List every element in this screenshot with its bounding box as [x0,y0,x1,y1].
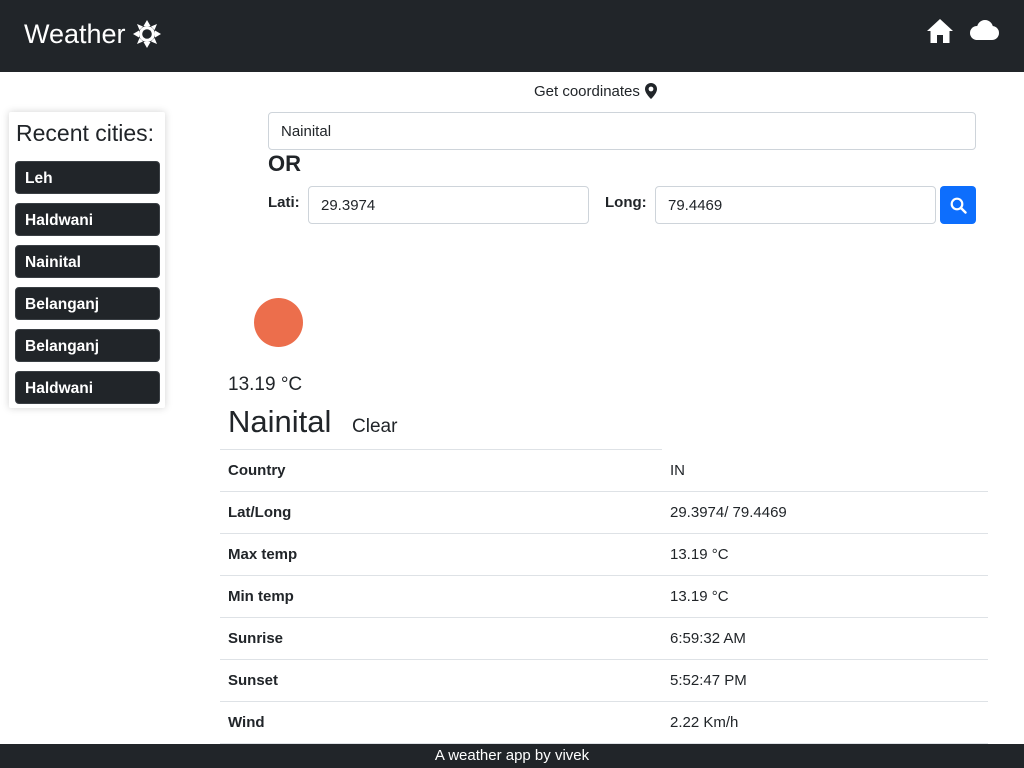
recent-city-button[interactable]: Haldwani [15,371,160,404]
detail-value: 13.19 °C [662,575,988,618]
longitude-label: Long: [605,194,647,211]
brand[interactable]: Weather [24,16,162,52]
latitude-label: Lati: [268,194,300,211]
brand-title: Weather [24,18,126,49]
table-row: Sunset 5:52:47 PM [220,659,988,702]
table-row: Max temp 13.19 °C [220,533,988,576]
detail-value: IN [662,449,988,492]
recent-city-button[interactable]: Belanganj [15,287,160,320]
get-coordinates-link[interactable]: Get coordinates [534,80,657,102]
detail-key: Sunset [220,659,662,702]
footer: A weather app by vivek [0,744,1024,768]
home-icon[interactable] [926,18,954,44]
detail-value: 29.3974/ 79.4469 [662,491,988,534]
search-icon [950,197,967,214]
detail-key: Min temp [220,575,662,618]
city-search-input[interactable] [268,112,976,150]
map-pin-icon [644,83,657,99]
recent-cities-title: Recent cities: [16,120,155,146]
detail-key: Sunrise [220,617,662,660]
longitude-input[interactable] [655,186,936,224]
table-row: Min temp 13.19 °C [220,575,988,618]
recent-city-button[interactable]: Leh [15,161,160,194]
detail-key: Country [220,449,662,492]
get-coordinates-label: Get coordinates [534,82,640,100]
table-row: Sunrise 6:59:32 AM [220,617,988,660]
detail-value: 5:52:47 PM [662,659,988,702]
footer-text: A weather app by vivek [434,747,590,764]
recent-city-button[interactable]: Nainital [15,245,160,278]
city-name-heading: Nainital [228,404,332,439]
weather-condition-icon [254,298,303,347]
search-button[interactable] [940,186,976,224]
detail-value: 6:59:32 AM [662,617,988,660]
table-row: Country IN [220,449,988,492]
or-divider-text: OR [268,151,301,176]
recent-cities-panel: Recent cities: Leh Haldwani Nainital Bel… [9,112,165,408]
detail-key: Max temp [220,533,662,576]
detail-value: 13.19 °C [662,533,988,576]
nav-icons [926,18,1000,44]
detail-key: Wind [220,701,662,744]
temperature-value: 13.19 °C [228,374,303,395]
detail-value: 2.22 Km/h [662,701,988,744]
table-row: Wind 2.22 Km/h [220,701,988,744]
sun-icon [132,20,161,48]
recent-city-button[interactable]: Haldwani [15,203,160,236]
recent-city-button[interactable]: Belanganj [15,329,160,362]
weather-details-table: Country IN Lat/Long 29.3974/ 79.4469 Max… [220,449,988,744]
detail-key: Lat/Long [220,491,662,534]
table-row: Lat/Long 29.3974/ 79.4469 [220,491,988,534]
weather-condition-text: Clear [352,416,398,437]
latitude-input[interactable] [308,186,589,224]
cloud-icon[interactable] [968,19,1000,43]
navbar: Weather [0,0,1024,72]
